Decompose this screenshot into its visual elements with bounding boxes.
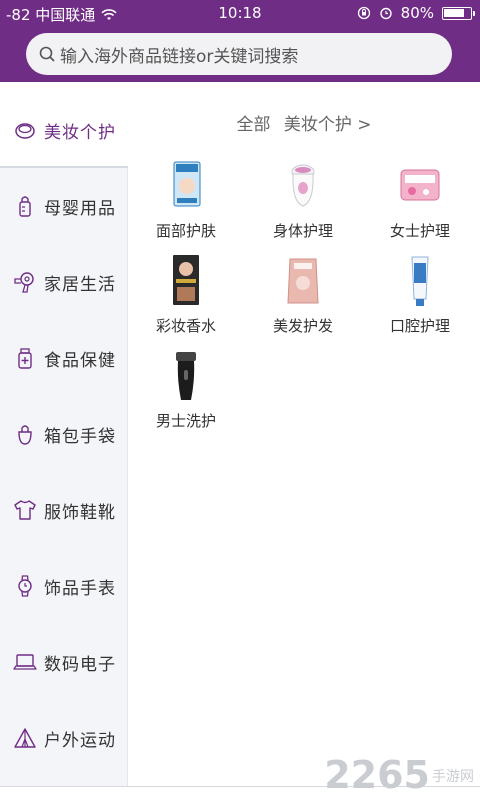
handbag-icon — [12, 421, 38, 447]
category-item-feminine-care[interactable]: 女士护理 — [365, 158, 475, 248]
category-item-label: 身体护理 — [272, 222, 333, 240]
makeup-box-product-icon — [173, 255, 199, 305]
category-item-label: 面部护肤 — [155, 222, 216, 240]
sidebar-item-label: 户外运动 — [44, 730, 116, 751]
category-content: 全部 美妆个护 > 面部护肤 身体护理 女士护理 彩妆香水 美发护发 口腔护理 … — [128, 92, 480, 786]
watermark-number: 2265 — [324, 753, 430, 797]
baby-bottle-icon — [12, 193, 38, 219]
breadcrumb[interactable]: 全部 美妆个护 > — [128, 110, 480, 135]
hair-care-pouch-icon — [287, 258, 319, 304]
tshirt-icon — [12, 497, 38, 523]
face-mask-product-icon — [173, 161, 201, 207]
sidebar-item-baby[interactable]: 母婴用品 — [0, 168, 128, 244]
breadcrumb-current: 美妆个护 — [283, 115, 352, 135]
watermark-sub: 手游网 — [432, 769, 474, 785]
sidebar-item-label: 家居生活 — [44, 274, 116, 295]
toothpaste-product-icon — [411, 256, 429, 306]
watermark-logo: 2265 手游网 — [324, 756, 474, 794]
category-item-label: 男士洗护 — [155, 412, 216, 430]
laptop-icon — [12, 649, 38, 675]
sidebar-item-label: 服饰鞋靴 — [44, 502, 116, 523]
category-item-oral-care[interactable]: 口腔护理 — [365, 253, 475, 343]
category-item-label: 口腔护理 — [389, 317, 450, 335]
category-item-mens-care[interactable]: 男士洗护 — [131, 348, 241, 438]
category-item-makeup[interactable]: 彩妆香水 — [131, 253, 241, 343]
sidebar-item-outdoor[interactable]: 户外运动 — [0, 700, 128, 776]
sidebar-item-digital[interactable]: 数码电子 — [0, 624, 128, 700]
watch-icon — [12, 573, 38, 599]
search-input[interactable]: 输入海外商品链接or关键词搜索 — [26, 33, 452, 75]
sidebar-item-label: 箱包手袋 — [44, 426, 116, 447]
breadcrumb-all: 全部 — [236, 115, 271, 135]
sidebar-item-label: 数码电子 — [44, 654, 116, 675]
sidebar-item-home[interactable]: 家居生活 — [0, 244, 128, 320]
epilator-product-icon — [291, 164, 315, 207]
rotation-lock-icon — [357, 6, 370, 20]
sidebar-item-beauty[interactable]: 美妆个护 — [0, 92, 128, 168]
sidebar-item-food[interactable]: 食品保健 — [0, 320, 128, 396]
category-item-label: 女士护理 — [389, 222, 450, 240]
sidebar-item-apparel[interactable]: 服饰鞋靴 — [0, 472, 128, 548]
sidebar-item-watches[interactable]: 饰品手表 — [0, 548, 128, 624]
app-header: -82 中国联通 10:18 80% 输入海外商品链接or关键词搜索 — [0, 0, 480, 82]
status-bar: -82 中国联通 10:18 80% — [0, 0, 480, 28]
shaver-product-icon — [176, 352, 196, 400]
hairdryer-icon — [12, 269, 38, 295]
category-sidebar: 美妆个护 母婴用品 家居生活 食品保健 箱包手袋 服饰鞋靴 饰品手表 数码电子 … — [0, 92, 128, 786]
pad-pack-product-icon — [400, 169, 440, 201]
category-item-hair-care[interactable]: 美发护发 — [248, 253, 358, 343]
search-icon — [39, 46, 55, 62]
medicine-bottle-icon — [12, 345, 38, 371]
category-item-face-care[interactable]: 面部护肤 — [131, 158, 241, 248]
search-placeholder: 输入海外商品链接or关键词搜索 — [60, 46, 299, 67]
alarm-icon — [379, 7, 392, 20]
category-item-label: 彩妆香水 — [155, 317, 216, 335]
sidebar-item-label: 食品保健 — [44, 350, 116, 371]
sidebar-item-bags[interactable]: 箱包手袋 — [0, 396, 128, 472]
tent-icon — [12, 725, 38, 751]
category-item-body-care[interactable]: 身体护理 — [248, 158, 358, 248]
chevron-right-icon: > — [357, 115, 372, 135]
battery-percent: 80% — [400, 4, 434, 22]
cosmetics-icon — [12, 117, 38, 143]
sidebar-item-label: 美妆个护 — [44, 122, 116, 143]
battery-icon — [442, 6, 475, 20]
sidebar-item-label: 母婴用品 — [44, 198, 116, 219]
category-item-label: 美发护发 — [272, 317, 333, 335]
sidebar-item-label: 饰品手表 — [44, 578, 116, 599]
